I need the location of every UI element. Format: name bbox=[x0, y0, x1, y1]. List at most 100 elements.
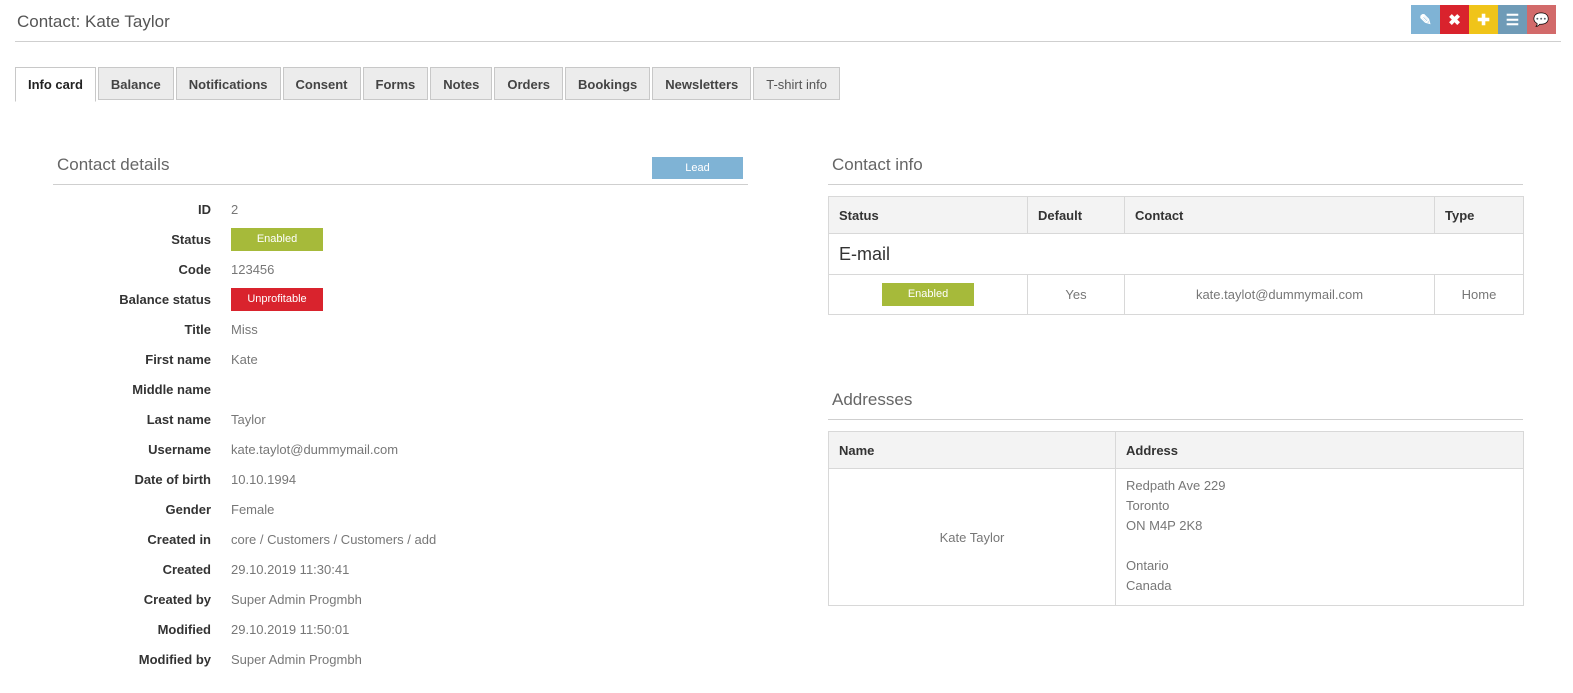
detail-row-created-in: Created in core / Customers / Customers /… bbox=[53, 525, 748, 555]
column-header: Address bbox=[1115, 431, 1524, 469]
table-row[interactable]: Kate Taylor Redpath Ave 229 Toronto ON M… bbox=[828, 468, 1524, 606]
status-badge: Enabled bbox=[882, 283, 974, 306]
tab-notifications[interactable]: Notifications bbox=[175, 67, 281, 100]
field-value: Female bbox=[231, 502, 275, 517]
detail-row-modified: Modified 29.10.2019 11:50:01 bbox=[53, 615, 748, 645]
status-cell: Enabled bbox=[828, 274, 1028, 315]
field-label: Balance status bbox=[119, 292, 211, 307]
tab-consent[interactable]: Consent bbox=[282, 67, 361, 100]
default-cell: Yes bbox=[1027, 274, 1125, 315]
chat-button[interactable]: 💬 bbox=[1527, 5, 1556, 34]
edit-button[interactable]: ✎ bbox=[1411, 5, 1440, 34]
tab-notes[interactable]: Notes bbox=[430, 67, 493, 100]
detail-row-last-name: Last name Taylor bbox=[53, 405, 748, 435]
column-header: Status bbox=[828, 196, 1028, 234]
title-divider bbox=[15, 41, 1561, 42]
field-label: Last name bbox=[146, 412, 211, 427]
field-label: Created by bbox=[143, 592, 211, 607]
field-value: Taylor bbox=[231, 412, 266, 427]
address-line: ON M4P 2K8 bbox=[1126, 518, 1203, 533]
field-label: Gender bbox=[165, 502, 211, 517]
detail-row-date-of-birth: Date of birth 10.10.1994 bbox=[53, 465, 748, 495]
lead-badge: Lead bbox=[652, 157, 743, 179]
field-label: Modified bbox=[157, 622, 211, 637]
contact-info-divider bbox=[828, 184, 1523, 185]
field-value: 2 bbox=[231, 202, 239, 217]
detail-row-username: Username kate.taylot@dummymail.com bbox=[53, 435, 748, 465]
field-label: Status bbox=[171, 232, 211, 247]
contact-info-heading: Contact info bbox=[832, 155, 923, 174]
detail-row-middle-name: Middle name bbox=[53, 375, 748, 405]
contact-cell: kate.taylot@dummymail.com bbox=[1124, 274, 1435, 315]
detail-row-balance-status: Balance status Unprofitable bbox=[53, 285, 748, 315]
tab-info-card[interactable]: Info card bbox=[15, 67, 96, 102]
field-label: Created in bbox=[147, 532, 211, 547]
detail-row-title: Title Miss bbox=[53, 315, 748, 345]
tab-balance[interactable]: Balance bbox=[97, 67, 174, 100]
field-value: 10.10.1994 bbox=[231, 472, 297, 487]
table-row[interactable]: Enabled Yes kate.taylot@dummymail.com Ho… bbox=[828, 274, 1524, 315]
field-label: Modified by bbox=[138, 652, 211, 667]
detail-row-first-name: First name Kate bbox=[53, 345, 748, 375]
tab-forms[interactable]: Forms bbox=[362, 67, 429, 100]
detail-row-id: ID 2 bbox=[53, 195, 748, 225]
address-cell: Redpath Ave 229 Toronto ON M4P 2K8 Ontar… bbox=[1115, 468, 1524, 606]
field-label: Date of birth bbox=[134, 472, 211, 487]
close-icon: ✖ bbox=[1448, 11, 1461, 29]
detail-row-created-by: Created by Super Admin Progmbh bbox=[53, 585, 748, 615]
field-label: First name bbox=[145, 352, 211, 367]
group-row: E-mail bbox=[828, 233, 1524, 275]
detail-row-gender: Gender Female bbox=[53, 495, 748, 525]
column-header: Type bbox=[1434, 196, 1524, 234]
address-line bbox=[1126, 536, 1513, 556]
tab-bar: Info card Balance Notifications Consent … bbox=[15, 67, 842, 102]
detail-row-modified-by: Modified by Super Admin Progmbh bbox=[53, 645, 748, 675]
column-header: Contact bbox=[1124, 196, 1435, 234]
address-line: Toronto bbox=[1126, 498, 1170, 513]
addresses-table: Name Address Kate Taylor Redpath Ave 229… bbox=[828, 431, 1524, 606]
contact-details-list: ID 2 Status Enabled Code 123456 Balance sta… bbox=[53, 195, 748, 675]
field-label: Created bbox=[162, 562, 211, 577]
addresses-heading: Addresses bbox=[832, 390, 913, 409]
tab-bookings[interactable]: Bookings bbox=[565, 67, 651, 100]
close-button[interactable]: ✖ bbox=[1440, 5, 1469, 34]
balance-status-badge: Unprofitable bbox=[231, 288, 323, 311]
toolbar: ✎ ✖ ✚ ☰ 💬 bbox=[1411, 5, 1556, 34]
chat-icon: 💬 bbox=[1533, 11, 1550, 27]
addresses-divider bbox=[828, 419, 1523, 420]
field-value: core / Customers / Customers / add bbox=[231, 532, 437, 547]
table-header-row: Name Address bbox=[828, 431, 1524, 469]
tab-newsletters[interactable]: Newsletters bbox=[652, 67, 752, 100]
field-value: Miss bbox=[231, 322, 258, 337]
field-label: ID bbox=[198, 202, 211, 217]
field-value: Super Admin Progmbh bbox=[231, 652, 362, 667]
menu-icon: ☰ bbox=[1505, 11, 1520, 29]
detail-row-created: Created 29.10.2019 11:30:41 bbox=[53, 555, 748, 585]
address-line: Canada bbox=[1126, 578, 1172, 593]
field-value: 29.10.2019 11:50:01 bbox=[231, 622, 350, 637]
field-value: 29.10.2019 11:30:41 bbox=[231, 562, 350, 577]
status-badge: Enabled bbox=[231, 228, 323, 251]
add-button[interactable]: ✚ bbox=[1469, 5, 1498, 34]
address-line: Ontario bbox=[1126, 558, 1169, 573]
field-label: Username bbox=[148, 442, 211, 457]
contact-info-table: Status Default Contact Type E-mail Enabl… bbox=[828, 196, 1524, 315]
type-cell: Home bbox=[1434, 274, 1524, 315]
tab-tshirt-info[interactable]: T-shirt info bbox=[753, 67, 840, 100]
detail-row-code: Code 123456 bbox=[53, 255, 748, 285]
group-label: E-mail bbox=[828, 233, 1524, 275]
page-title: Contact: Kate Taylor bbox=[17, 12, 170, 31]
field-value: Super Admin Progmbh bbox=[231, 592, 362, 607]
address-line: Redpath Ave 229 bbox=[1126, 478, 1226, 493]
detail-row-status: Status Enabled bbox=[53, 225, 748, 255]
field-value: Kate bbox=[231, 352, 258, 367]
column-header: Name bbox=[828, 431, 1116, 469]
menu-button[interactable]: ☰ bbox=[1498, 5, 1527, 34]
field-label: Code bbox=[178, 262, 212, 277]
contact-details-divider bbox=[53, 184, 748, 185]
tab-orders[interactable]: Orders bbox=[494, 67, 564, 100]
field-value: kate.taylot@dummymail.com bbox=[231, 442, 399, 457]
field-label: Title bbox=[184, 322, 212, 337]
field-label: Middle name bbox=[132, 382, 211, 397]
field-value: 123456 bbox=[231, 262, 275, 277]
